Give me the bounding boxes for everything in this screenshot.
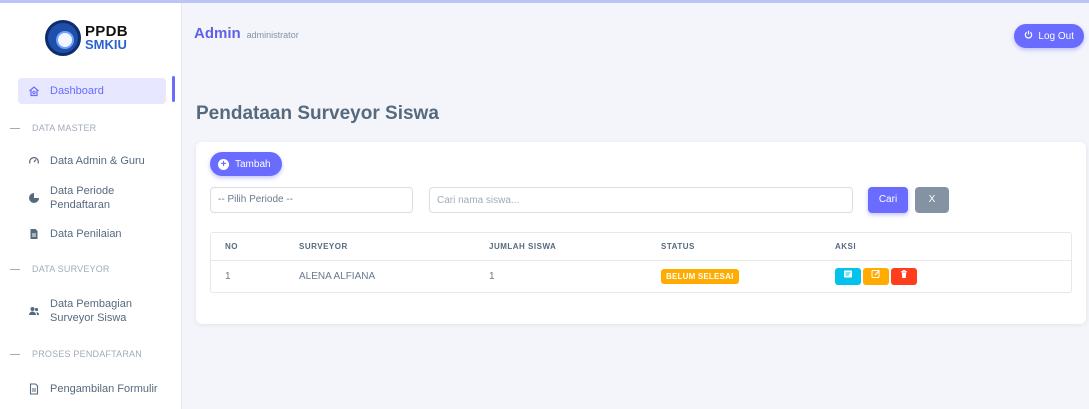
users-icon	[28, 305, 40, 317]
sidebar-item-data-penilaian[interactable]: Data Penilaian	[28, 227, 176, 241]
table-row: 1 ALENA ALFIANA 1 BELUM SELESAI	[211, 260, 1071, 292]
section-header-data-surveyor: DATA SURVEYOR	[10, 264, 110, 274]
delete-button[interactable]	[891, 267, 917, 285]
period-select[interactable]: -- Pilih Periode --	[210, 187, 413, 213]
table-header-row: NO SURVEYOR JUMLAH SISWA STATUS AKSI	[211, 233, 1071, 261]
sidebar-item-label: Pengambilan Formulir	[50, 383, 158, 395]
logout-label: Log Out	[1038, 30, 1074, 42]
cell-aksi	[821, 260, 1071, 292]
cell-status: BELUM SELESAI	[647, 260, 821, 292]
sidebar-item-label: Data Penilaian	[50, 228, 122, 240]
sidebar-top-border	[0, 0, 182, 3]
column-header-aksi: AKSI	[821, 233, 1071, 261]
navbar-brand: Admin administrator	[194, 25, 299, 42]
active-indicator	[172, 76, 175, 102]
app-logo[interactable]: PPDB SMKIU	[45, 20, 128, 56]
sidebar-item-label: Dashboard	[50, 85, 104, 97]
edit-button[interactable]	[863, 267, 889, 285]
plus-circle-icon: +	[218, 158, 229, 170]
column-header-jumlah-siswa: JUMLAH SISWA	[475, 233, 647, 261]
cell-no: 1	[225, 270, 231, 282]
search-button[interactable]: Cari	[868, 187, 908, 213]
detail-icon	[844, 270, 852, 278]
school-emblem-icon	[45, 20, 81, 56]
sidebar-item-label: Data Admin & Guru	[50, 155, 145, 167]
cell-surveyor: ALENA ALFIANA	[299, 270, 376, 282]
sidebar-item-data-pembagian-surveyor[interactable]: Data Pembagian Surveyor Siswa	[28, 297, 176, 325]
power-icon	[1024, 30, 1033, 42]
column-header-no: NO	[211, 233, 285, 261]
navbar-title: Admin	[194, 25, 241, 42]
sidebar-item-pengambilan-formulir[interactable]: Pengambilan Formulir	[28, 382, 176, 396]
surveyor-table: NO SURVEYOR JUMLAH SISWA STATUS AKSI 1 A…	[210, 232, 1072, 293]
add-button[interactable]: + Tambah	[210, 152, 282, 176]
home-icon	[28, 85, 40, 97]
file-icon	[28, 383, 40, 395]
logo-line2: SMKIU	[85, 37, 127, 52]
trash-icon	[901, 269, 907, 278]
search-input[interactable]	[429, 187, 853, 213]
column-header-status: STATUS	[647, 233, 821, 261]
clear-button[interactable]: X	[915, 187, 949, 213]
top-navbar: Admin administrator Log Out	[182, 0, 1089, 70]
status-badge: BELUM SELESAI	[661, 268, 739, 284]
add-label: Tambah	[235, 158, 271, 170]
document-icon	[28, 228, 40, 240]
sidebar-item-dashboard[interactable]: Dashboard	[18, 78, 166, 104]
navbar-top-border	[182, 0, 1089, 3]
page-title: Pendataan Surveyor Siswa	[196, 103, 439, 124]
logout-button[interactable]: Log Out	[1014, 24, 1084, 48]
section-header-proses-pendaftaran: PROSES PENDAFTARAN	[10, 349, 142, 359]
detail-button[interactable]	[835, 267, 861, 285]
section-header-data-master: DATA MASTER	[10, 123, 96, 133]
content-card: + Tambah -- Pilih Periode -- Cari X NO S…	[196, 142, 1086, 324]
pie-icon	[28, 192, 40, 204]
sidebar-item-label: Data Periode Pendaftaran	[50, 185, 115, 211]
sidebar: PPDB SMKIU Dashboard DATA MASTER Data Ad…	[0, 0, 182, 409]
cell-jumlah-siswa: 1	[489, 270, 495, 282]
gauge-icon	[28, 155, 40, 167]
sidebar-item-label: Data Pembagian Surveyor Siswa	[50, 298, 132, 324]
sidebar-item-data-periode[interactable]: Data Periode Pendaftaran	[28, 184, 176, 212]
edit-icon	[871, 269, 880, 278]
column-header-surveyor: SURVEYOR	[285, 233, 475, 261]
user-role: administrator	[246, 30, 299, 40]
sidebar-item-data-admin-guru[interactable]: Data Admin & Guru	[28, 154, 176, 168]
